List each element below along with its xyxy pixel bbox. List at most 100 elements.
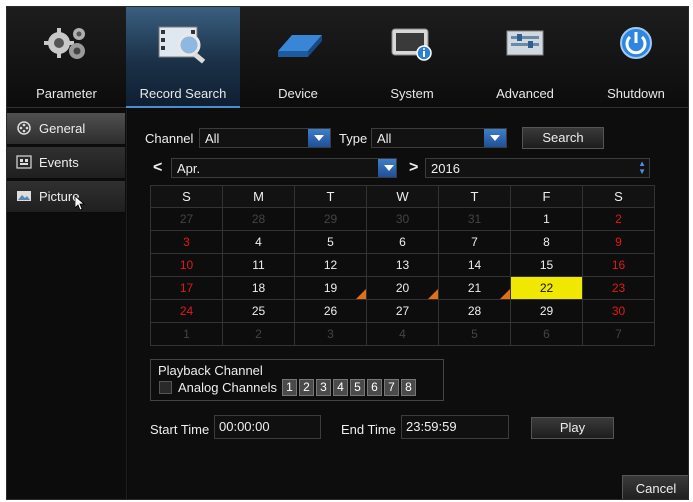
calendar-day[interactable]: 1 xyxy=(510,207,583,231)
calendar-day[interactable]: 30 xyxy=(366,207,439,231)
calendar-day-label: 6 xyxy=(399,235,406,249)
calendar-day[interactable]: 3 xyxy=(150,230,223,254)
nav-advanced[interactable]: Advanced xyxy=(468,7,582,108)
calendar-day-label: 30 xyxy=(611,304,626,318)
calendar-day[interactable]: 12 xyxy=(294,253,367,277)
nav-label: Advanced xyxy=(496,86,554,101)
calendar-day[interactable]: 1 xyxy=(150,322,223,346)
calendar-day[interactable]: 5 xyxy=(438,322,511,346)
playback-channel-box: Playback Channel Analog Channels 1234567… xyxy=(150,359,444,401)
calendar-day[interactable]: 24 xyxy=(150,299,223,323)
month-select[interactable]: Apr. xyxy=(171,158,397,178)
channel-button[interactable]: 3 xyxy=(316,379,331,396)
calendar-day[interactable]: 2 xyxy=(582,207,655,231)
weekday-header: F xyxy=(510,185,583,208)
nav-label: Shutdown xyxy=(607,86,665,101)
next-month-button[interactable]: > xyxy=(409,159,418,177)
nav-shutdown[interactable]: Shutdown xyxy=(582,7,688,108)
film-search-icon xyxy=(158,26,206,64)
calendar-day[interactable]: 7 xyxy=(438,230,511,254)
nav-system[interactable]: System xyxy=(356,7,468,108)
calendar-day[interactable]: 27 xyxy=(150,207,223,231)
calendar-day[interactable]: 20 xyxy=(366,276,439,300)
calendar-day-label: 6 xyxy=(543,327,550,341)
calendar-day-label: 20 xyxy=(395,281,410,295)
sidebar-item-picture[interactable]: Picture xyxy=(7,181,125,213)
calendar-day[interactable]: 5 xyxy=(294,230,367,254)
top-navigation: Parameter Record Search Device System Ad… xyxy=(7,7,688,108)
channel-button[interactable]: 1 xyxy=(282,379,297,396)
record-marker-icon xyxy=(428,289,438,299)
weekday-header-row: SMTWTFS xyxy=(150,185,655,208)
calendar-day-label: 2 xyxy=(255,327,262,341)
calendar-day[interactable]: 29 xyxy=(510,299,583,323)
calendar-day[interactable]: 23 xyxy=(582,276,655,300)
play-button[interactable]: Play xyxy=(531,417,614,439)
channel-button[interactable]: 7 xyxy=(384,379,399,396)
channel-button[interactable]: 5 xyxy=(350,379,365,396)
calendar-day[interactable]: 6 xyxy=(366,230,439,254)
calendar-day[interactable]: 27 xyxy=(366,299,439,323)
nav-parameter[interactable]: Parameter xyxy=(7,7,126,108)
calendar-day[interactable]: 4 xyxy=(222,230,295,254)
channel-select[interactable]: All xyxy=(199,128,331,148)
calendar-day[interactable]: 30 xyxy=(582,299,655,323)
calendar-day[interactable]: 13 xyxy=(366,253,439,277)
channel-button[interactable]: 4 xyxy=(333,379,348,396)
nav-device[interactable]: Device xyxy=(240,7,356,108)
calendar-week-row: 1 2 3 4 5 6 7 xyxy=(150,322,655,346)
weekday-header: T xyxy=(294,185,367,208)
calendar-day-label: 12 xyxy=(323,258,338,272)
calendar-day[interactable]: 4 xyxy=(366,322,439,346)
nav-label: Record Search xyxy=(139,86,227,101)
calendar-day[interactable]: 7 xyxy=(582,322,655,346)
calendar-day-label: 17 xyxy=(179,281,194,295)
channel-button[interactable]: 8 xyxy=(401,379,416,396)
calendar-day[interactable]: 17 xyxy=(150,276,223,300)
nav-label: Device xyxy=(278,86,318,101)
calendar-day-label: 24 xyxy=(179,304,194,318)
calendar-day[interactable]: 16 xyxy=(582,253,655,277)
calendar-day[interactable]: 25 xyxy=(222,299,295,323)
calendar-day[interactable]: 10 xyxy=(150,253,223,277)
channel-label: Channel xyxy=(145,131,194,146)
calendar-day[interactable]: 28 xyxy=(222,207,295,231)
chevron-down-icon xyxy=(484,129,506,147)
calendar-day[interactable]: 28 xyxy=(438,299,511,323)
calendar-week-row: 24 25 26 27 28 29 30 xyxy=(150,299,655,323)
channel-button[interactable]: 6 xyxy=(367,379,382,396)
calendar-day[interactable]: 8 xyxy=(510,230,583,254)
calendar-day[interactable]: 15 xyxy=(510,253,583,277)
calendar-grid: SMTWTFS 27 28 29 30 31 1 2 3 4 5 6 7 8 9 10 11 12 13 14 15 1… xyxy=(150,185,655,346)
calendar-day[interactable]: 21 xyxy=(438,276,511,300)
cancel-button[interactable]: Cancel xyxy=(622,475,688,499)
search-button[interactable]: Search xyxy=(522,127,604,149)
calendar-day[interactable]: 14 xyxy=(438,253,511,277)
calendar-day[interactable]: 19 xyxy=(294,276,367,300)
end-time-input[interactable]: 23:59:59 xyxy=(401,415,509,439)
calendar-day[interactable]: 22 xyxy=(510,276,583,300)
sidebar-item-events[interactable]: Events xyxy=(7,147,125,179)
calendar-day[interactable]: 29 xyxy=(294,207,367,231)
calendar-day-label: 16 xyxy=(611,258,626,272)
calendar-day[interactable]: 2 xyxy=(222,322,295,346)
calendar-day[interactable]: 11 xyxy=(222,253,295,277)
calendar-day[interactable]: 9 xyxy=(582,230,655,254)
prev-month-button[interactable]: < xyxy=(153,159,162,177)
calendar-day-label: 7 xyxy=(615,327,622,341)
nav-label: Parameter xyxy=(36,86,97,101)
nav-record-search[interactable]: Record Search xyxy=(126,7,240,108)
analog-channels-checkbox[interactable] xyxy=(159,381,172,394)
calendar-day[interactable]: 31 xyxy=(438,207,511,231)
type-select[interactable]: All xyxy=(371,128,507,148)
calendar-day[interactable]: 3 xyxy=(294,322,367,346)
sidebar-item-general[interactable]: General xyxy=(7,113,125,145)
calendar-day[interactable]: 6 xyxy=(510,322,583,346)
year-spinner[interactable]: 2016 ▲ ▼ xyxy=(425,158,650,178)
calendar-day[interactable]: 18 xyxy=(222,276,295,300)
start-time-input[interactable]: 00:00:00 xyxy=(214,415,321,439)
channel-button[interactable]: 2 xyxy=(299,379,314,396)
calendar-day[interactable]: 26 xyxy=(294,299,367,323)
picture-icon xyxy=(17,191,31,201)
calendar-day-label: 3 xyxy=(183,235,190,249)
